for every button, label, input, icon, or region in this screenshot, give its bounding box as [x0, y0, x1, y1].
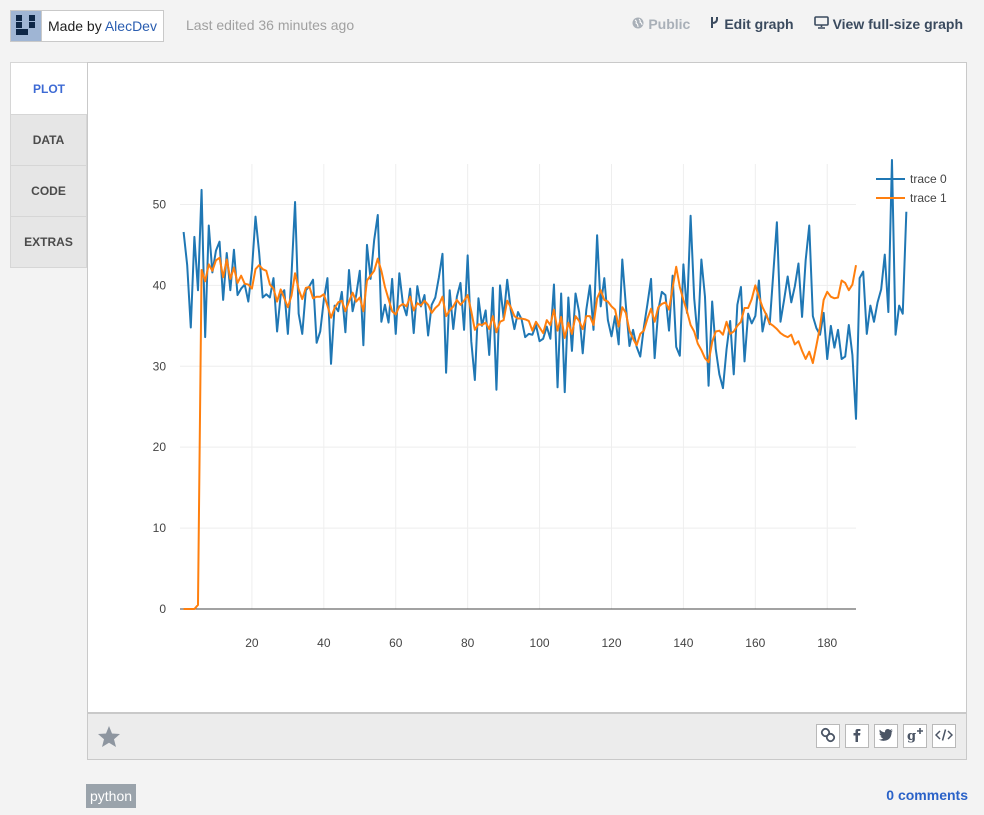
tab-code[interactable]: CODE: [10, 166, 87, 217]
view-full-size-label: View full-size graph: [832, 16, 963, 32]
star-icon[interactable]: [97, 725, 121, 753]
tab-data[interactable]: DATA: [10, 115, 87, 166]
public-label: Public: [648, 16, 691, 32]
legend-label: trace 0: [910, 172, 947, 186]
made-by-label: Made by: [48, 18, 105, 34]
fork-icon: [710, 16, 720, 32]
link-icon: [820, 727, 836, 746]
view-full-size-link[interactable]: View full-size graph: [813, 16, 963, 32]
x-tick-label: 40: [317, 636, 331, 650]
share-google-plus-button[interactable]: g: [903, 724, 927, 748]
comments-link[interactable]: 0 comments: [886, 787, 968, 803]
author-link[interactable]: AlecDev: [105, 18, 157, 34]
edit-graph-label: Edit graph: [724, 16, 794, 32]
x-tick-label: 120: [601, 636, 621, 650]
x-tick-label: 20: [245, 636, 259, 650]
share-embed-button[interactable]: [932, 724, 956, 748]
view-tabs: PLOT DATA CODE EXTRAS: [10, 62, 87, 268]
tab-plot[interactable]: PLOT: [10, 62, 87, 115]
share-link-button[interactable]: [816, 724, 840, 748]
avatar[interactable]: [11, 11, 42, 41]
twitter-icon: [878, 728, 894, 745]
x-tick-label: 100: [530, 636, 550, 650]
x-tick-label: 160: [745, 636, 765, 650]
monitor-icon: [813, 16, 829, 32]
edit-graph-link[interactable]: Edit graph: [710, 16, 794, 32]
plot-panel: 20 40 60 80 100 120 140 160 180 0 10 20 30 40 50 trace …: [87, 62, 967, 713]
x-tick-label: 180: [817, 636, 837, 650]
y-tick-label: 0: [159, 602, 166, 616]
plot-footer-bar: g: [87, 713, 967, 760]
last-edited-label: Last edited 36 minutes ago: [186, 17, 355, 33]
author-badge[interactable]: Made by AlecDev: [10, 10, 164, 42]
y-tick-label: 10: [153, 521, 167, 535]
y-tick-label: 40: [153, 278, 167, 292]
tab-extras[interactable]: EXTRAS: [10, 217, 87, 268]
line-chart[interactable]: 20 40 60 80 100 120 140 160 180 0 10 20 30 40 50 trace …: [88, 63, 966, 712]
svg-text:g: g: [907, 729, 916, 743]
y-tick-label: 50: [153, 197, 167, 211]
google-plus-icon: g: [906, 727, 924, 746]
embed-code-icon: [934, 728, 954, 745]
y-tick-label: 30: [153, 359, 167, 373]
top-actions: Public Edit graph View full-size graph: [632, 16, 963, 32]
y-tick-label: 20: [153, 440, 167, 454]
x-tick-label: 140: [673, 636, 693, 650]
facebook-icon: [850, 727, 864, 746]
x-tick-label: 80: [461, 636, 475, 650]
share-twitter-button[interactable]: [874, 724, 898, 748]
x-tick-label: 60: [389, 636, 403, 650]
top-bar: Made by AlecDev Last edited 36 minutes a…: [0, 0, 984, 50]
legend-label: trace 1: [910, 191, 947, 205]
share-facebook-button[interactable]: [845, 724, 869, 748]
public-link[interactable]: Public: [632, 16, 690, 32]
tag-python[interactable]: python: [86, 784, 137, 808]
globe-icon: [632, 16, 644, 32]
share-buttons: g: [816, 724, 956, 748]
